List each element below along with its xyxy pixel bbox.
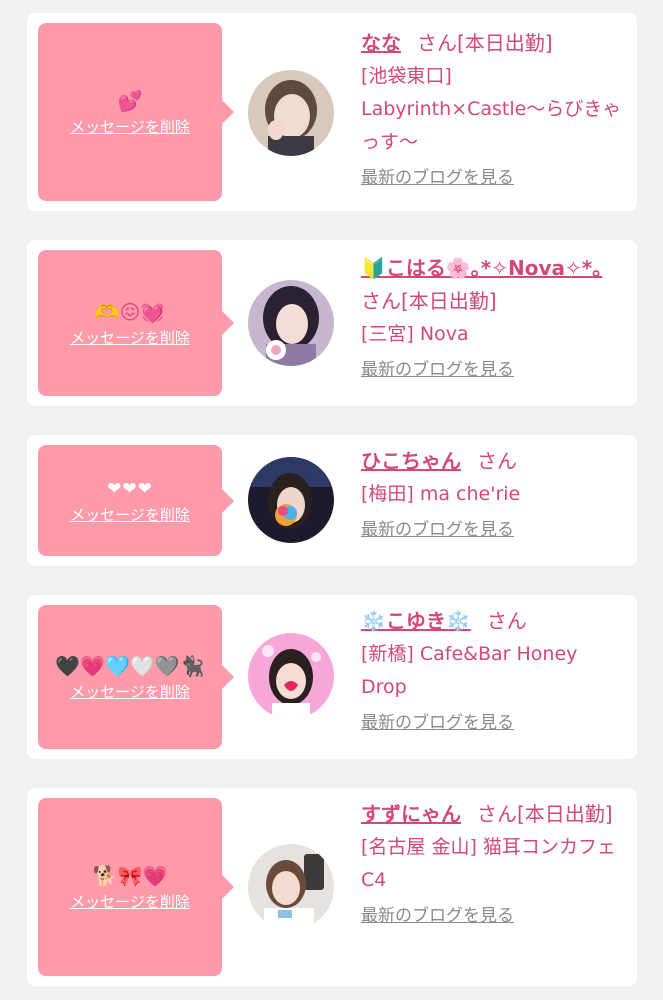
status-badge: [本日出勤] bbox=[517, 802, 613, 826]
cast-name-link[interactable]: ❄️こゆき❄️ bbox=[361, 609, 471, 633]
message-bubble: 🐕🎀💗 メッセージを削除 bbox=[38, 798, 234, 976]
message-card: 💕 メッセージを削除 なな さん[本日出勤] [池袋東口] Labyrinth×C… bbox=[27, 13, 637, 211]
status-badge: [本日出勤] bbox=[457, 31, 553, 55]
cast-info: 🔰こはる🌸｡*✧Nova✧*｡ さん[本日出勤] [三宮] Nova 最新のブログ… bbox=[361, 252, 623, 380]
message-emoji: ❤❤❤ bbox=[107, 479, 153, 499]
cast-info: すずにゃん さん[本日出勤] [名古屋 金山] 猫耳コンカフェ C4 最新のブログ… bbox=[361, 798, 623, 926]
message-card: ❤❤❤ メッセージを削除 ひこちゃん さん [梅田] ma che'rie 最新の… bbox=[27, 435, 637, 566]
message-emoji: 💕 bbox=[117, 88, 143, 113]
cast-info: なな さん[本日出勤] [池袋東口] Labyrinth×Castle〜らびきゃっ… bbox=[361, 27, 623, 188]
message-emoji: 🖤💗🩵🤍🩶🐈‍⬛ bbox=[55, 653, 205, 678]
avatar[interactable] bbox=[248, 633, 334, 719]
shop-name: [池袋東口] Labyrinth×Castle〜らびきゃっす〜 bbox=[361, 65, 622, 153]
honorific: さん bbox=[361, 289, 401, 313]
message-bubble: ❤❤❤ メッセージを削除 bbox=[38, 445, 234, 556]
message-bubble: 🖤💗🩵🤍🩶🐈‍⬛ メッセージを削除 bbox=[38, 605, 234, 749]
message-bubble: 💕 メッセージを削除 bbox=[38, 23, 234, 201]
avatar[interactable] bbox=[248, 457, 334, 543]
delete-message-link[interactable]: メッセージを削除 bbox=[70, 116, 190, 137]
delete-message-link[interactable]: メッセージを削除 bbox=[70, 681, 190, 702]
message-emoji: 🫶😖💓 bbox=[94, 299, 166, 324]
latest-blog-link[interactable]: 最新のブログを見る bbox=[361, 901, 514, 926]
latest-blog-link[interactable]: 最新のブログを見る bbox=[361, 708, 514, 733]
cast-name-link[interactable]: ひこちゃん bbox=[361, 449, 461, 473]
shop-name: [三宮] Nova bbox=[361, 323, 469, 345]
cast-name-link[interactable]: 🔰こはる🌸｡*✧Nova✧*｡ bbox=[361, 256, 602, 280]
avatar[interactable] bbox=[248, 70, 334, 156]
shop-name: [梅田] ma che'rie bbox=[361, 483, 521, 505]
honorific: さん bbox=[477, 449, 517, 473]
cast-info: ひこちゃん さん [梅田] ma che'rie 最新のブログを見る bbox=[361, 445, 623, 540]
delete-message-link[interactable]: メッセージを削除 bbox=[70, 327, 190, 348]
honorific: さん bbox=[486, 609, 527, 633]
honorific: さん bbox=[477, 802, 517, 826]
delete-message-link[interactable]: メッセージを削除 bbox=[70, 504, 190, 525]
status-badge: [本日出勤] bbox=[401, 289, 497, 313]
message-bubble: 🫶😖💓 メッセージを削除 bbox=[38, 250, 234, 396]
message-card: 🖤💗🩵🤍🩶🐈‍⬛ メッセージを削除 ❄️こゆき❄️ さん [新橋] Cafe&Ba… bbox=[27, 595, 637, 759]
cast-name-link[interactable]: なな bbox=[361, 31, 401, 55]
shop-name: [新橋] Cafe&Bar Honey Drop bbox=[361, 643, 578, 698]
message-card: 🫶😖💓 メッセージを削除 🔰こはる🌸｡*✧Nova✧*｡ さん[本日出勤] [三宮… bbox=[27, 240, 637, 406]
honorific: さん bbox=[417, 31, 457, 55]
latest-blog-link[interactable]: 最新のブログを見る bbox=[361, 355, 514, 380]
latest-blog-link[interactable]: 最新のブログを見る bbox=[361, 515, 514, 540]
message-card: 🐕🎀💗 メッセージを削除 すずにゃん さん[本日出勤] [名古屋 金山] 猫耳コン… bbox=[27, 788, 637, 986]
avatar[interactable] bbox=[248, 844, 334, 930]
latest-blog-link[interactable]: 最新のブログを見る bbox=[361, 163, 514, 188]
cast-info: ❄️こゆき❄️ さん [新橋] Cafe&Bar Honey Drop 最新のブロ… bbox=[361, 605, 623, 733]
shop-name: [名古屋 金山] 猫耳コンカフェ C4 bbox=[361, 836, 616, 891]
avatar[interactable] bbox=[248, 280, 334, 366]
delete-message-link[interactable]: メッセージを削除 bbox=[70, 891, 190, 912]
message-emoji: 🐕🎀💗 bbox=[92, 863, 168, 888]
cast-name-link[interactable]: すずにゃん bbox=[361, 802, 461, 826]
